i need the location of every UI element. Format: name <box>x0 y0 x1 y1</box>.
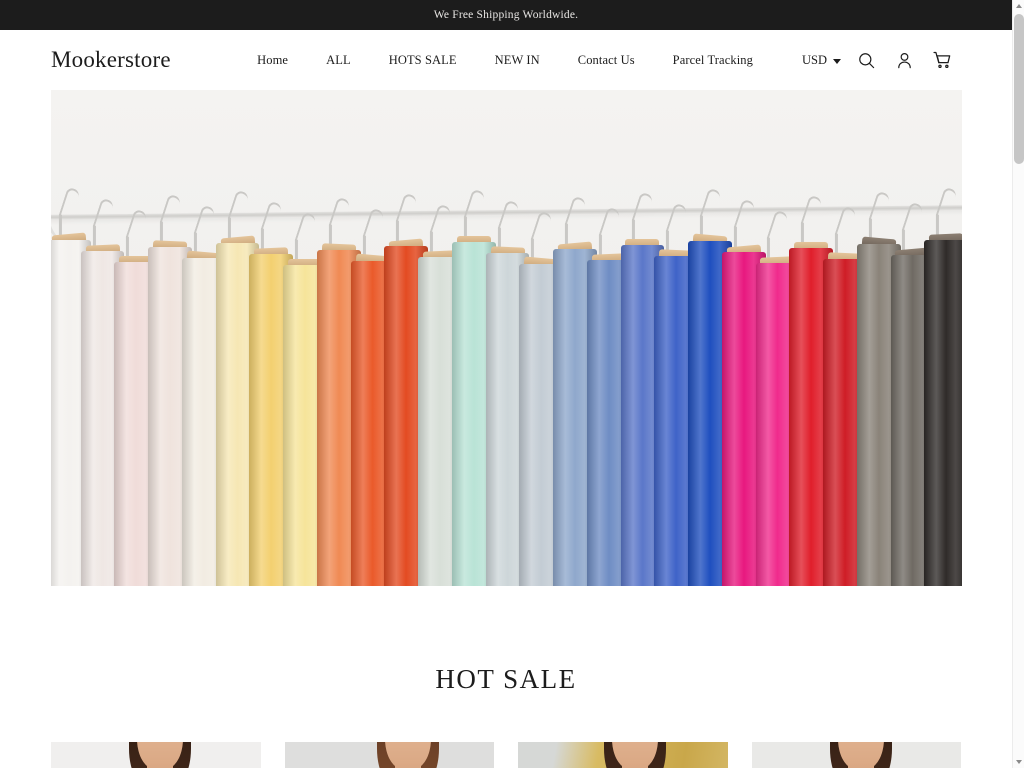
page-content: We Free Shipping Worldwide. Mookerstore … <box>0 0 1012 768</box>
cart-icon <box>932 50 952 70</box>
hanger-hook <box>733 198 755 232</box>
hanger-hook <box>193 204 216 238</box>
hanger-hook <box>362 207 384 241</box>
account-icon <box>895 51 914 70</box>
product-card-1[interactable] <box>51 742 261 768</box>
site-header: Mookerstore Home ALL HOTS SALE NEW IN Co… <box>0 30 1012 90</box>
product-card-4[interactable] <box>751 742 961 768</box>
nav-item-parcel-tracking[interactable]: Parcel Tracking <box>654 51 772 69</box>
currency-selected-label: USD <box>801 52 827 67</box>
chevron-down-icon <box>833 58 841 64</box>
hanger-hook <box>463 188 486 222</box>
hanger-hook <box>92 197 114 231</box>
scrollbar-up-arrow[interactable] <box>1013 0 1024 12</box>
hanger-hook <box>497 199 519 233</box>
nav-link-parcel-tracking[interactable]: Parcel Tracking <box>673 53 753 67</box>
product-card-2[interactable] <box>284 742 494 768</box>
nav-link-all[interactable]: ALL <box>326 53 351 67</box>
product-image <box>284 742 494 768</box>
hanger-hook <box>834 205 857 239</box>
hot-sale-title: HOT SALE <box>435 664 577 694</box>
model-neck <box>147 760 173 768</box>
nav-list: Home ALL HOTS SALE NEW IN Contact Us Par… <box>238 51 772 69</box>
site-logo[interactable]: Mookerstore <box>51 47 171 73</box>
hanger-hook <box>328 196 351 230</box>
hanger-hook <box>395 192 418 226</box>
nav-item-new-in[interactable]: NEW IN <box>476 51 559 69</box>
product-card-3[interactable] <box>518 742 728 768</box>
hanger-hook <box>665 202 688 236</box>
header-actions: USD <box>802 41 961 79</box>
nav-link-contact-us[interactable]: Contact Us <box>578 53 635 67</box>
scrollbar-thumb[interactable] <box>1014 14 1024 164</box>
caret-up-icon <box>1016 4 1022 8</box>
nav-link-new-in[interactable]: NEW IN <box>495 53 540 67</box>
garment <box>924 240 962 586</box>
hanger-hook <box>126 208 148 242</box>
garment-row <box>51 90 962 586</box>
hanger-hook <box>294 211 317 245</box>
main-navigation: Home ALL HOTS SALE NEW IN Contact Us Par… <box>238 51 772 69</box>
currency-selector[interactable]: USD <box>802 53 847 68</box>
announcement-bar: We Free Shipping Worldwide. <box>0 0 1012 30</box>
hero-banner-image[interactable] <box>51 90 962 586</box>
product-image <box>51 742 261 768</box>
product-grid <box>51 742 961 768</box>
nav-link-hots-sale[interactable]: HOTS SALE <box>389 53 457 67</box>
vertical-scrollbar[interactable] <box>1012 0 1024 768</box>
hanger-hook <box>868 190 890 224</box>
hanger-hook <box>800 194 823 228</box>
search-icon <box>857 51 876 70</box>
nav-item-home[interactable]: Home <box>238 51 307 69</box>
hanger-hook <box>632 191 654 225</box>
hanger-hook <box>227 189 249 223</box>
nav-item-hots-sale[interactable]: HOTS SALE <box>370 51 476 69</box>
product-image <box>751 742 961 768</box>
browser-viewport: We Free Shipping Worldwide. Mookerstore … <box>0 0 1024 768</box>
model-neck <box>394 760 421 768</box>
hero-section <box>0 90 1012 586</box>
hanger-hook <box>429 203 452 237</box>
hanger-hook <box>58 186 81 220</box>
hanger-hook <box>902 201 924 235</box>
cart-button[interactable] <box>923 41 961 79</box>
hot-sale-section: HOT SALE <box>0 586 1012 768</box>
announcement-text: We Free Shipping Worldwide. <box>433 9 579 21</box>
model-neck <box>622 760 648 768</box>
hanger-hook <box>935 186 958 220</box>
model-neck <box>847 760 874 768</box>
hanger-hook <box>598 206 621 240</box>
search-button[interactable] <box>847 41 885 79</box>
hanger-hook <box>767 209 789 243</box>
hanger-hook <box>699 187 722 221</box>
hanger-hook <box>260 200 283 234</box>
hanger-hook <box>564 195 587 229</box>
scrollbar-down-arrow[interactable] <box>1013 756 1024 768</box>
nav-item-all[interactable]: ALL <box>307 51 370 69</box>
account-button[interactable] <box>885 41 923 79</box>
nav-item-contact-us[interactable]: Contact Us <box>559 51 654 69</box>
hanger-hook <box>159 193 182 227</box>
hanger-hook <box>530 210 553 244</box>
caret-down-icon <box>1016 760 1022 764</box>
product-image <box>518 742 728 768</box>
nav-link-home[interactable]: Home <box>257 53 288 67</box>
